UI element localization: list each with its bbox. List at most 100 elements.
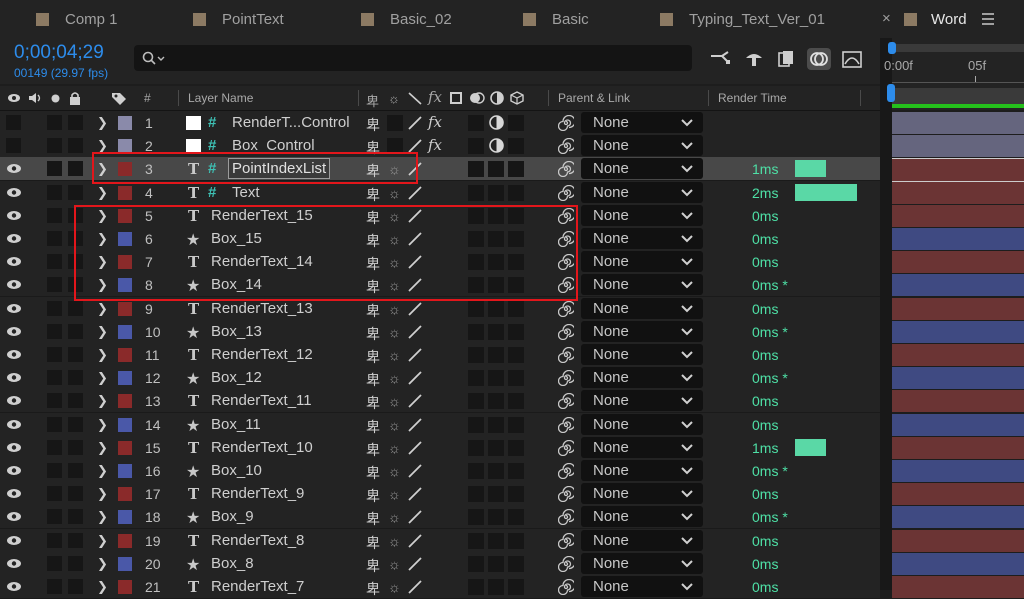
lock-toggle-box[interactable] bbox=[68, 347, 83, 362]
parent-dropdown[interactable]: None bbox=[581, 506, 703, 527]
pick-whip-spiral-icon[interactable] bbox=[558, 324, 574, 340]
time-navigator-bar[interactable] bbox=[892, 44, 1024, 52]
layer-duration-bar[interactable] bbox=[892, 135, 1024, 157]
3d-switch-box[interactable] bbox=[508, 579, 524, 595]
quality-slash-icon[interactable] bbox=[408, 325, 422, 339]
quality-slash-icon[interactable] bbox=[408, 139, 422, 153]
shy-switch-icon[interactable]: 卑 bbox=[366, 440, 380, 460]
layer-duration-bar[interactable] bbox=[892, 553, 1024, 575]
3d-switch-box[interactable] bbox=[508, 533, 524, 549]
expand-chevron-icon[interactable]: ❯ bbox=[97, 486, 108, 502]
shy-switch-icon[interactable]: 卑 bbox=[366, 324, 380, 344]
solo-toggle-box[interactable] bbox=[47, 347, 62, 362]
eye-icon[interactable] bbox=[6, 535, 22, 546]
quality-slash-icon[interactable] bbox=[408, 302, 422, 316]
collapse-switch-icon[interactable]: ☼ bbox=[388, 463, 401, 479]
shy-switch-icon[interactable]: 卑 bbox=[366, 370, 380, 390]
parent-dropdown[interactable]: None bbox=[581, 553, 703, 574]
solo-toggle-box[interactable] bbox=[47, 370, 62, 385]
collapse-switch-icon[interactable]: ☼ bbox=[388, 185, 401, 201]
layer-duration-bar[interactable] bbox=[892, 274, 1024, 296]
solo-toggle-box[interactable] bbox=[47, 208, 62, 223]
shy-switch-icon[interactable]: 卑 bbox=[366, 347, 380, 367]
quality-slash-icon[interactable] bbox=[408, 116, 422, 130]
layer-name[interactable]: RenderText_10 bbox=[211, 439, 313, 456]
shy-switch-icon[interactable]: 卑 bbox=[366, 185, 380, 205]
parent-dropdown[interactable]: None bbox=[581, 251, 703, 272]
3d-switch-box[interactable] bbox=[508, 440, 524, 456]
layer-name[interactable]: RenderText_13 bbox=[211, 300, 313, 317]
3d-switch-box[interactable] bbox=[508, 463, 524, 479]
layer-row[interactable]: ❯ 15 T RenderText_10 卑 ☼ None 1ms bbox=[0, 436, 880, 460]
tab-comp-1[interactable]: Comp 1 bbox=[36, 0, 118, 38]
motion-blur-switch-box[interactable] bbox=[468, 556, 484, 572]
solo-toggle-box[interactable] bbox=[47, 417, 62, 432]
motion-blur-switch-box[interactable] bbox=[468, 463, 484, 479]
parent-dropdown[interactable]: None bbox=[581, 182, 703, 203]
eye-icon[interactable] bbox=[6, 372, 22, 383]
motion-blur-icon[interactable] bbox=[807, 48, 831, 70]
lock-toggle-box[interactable] bbox=[68, 185, 83, 200]
label-color-swatch[interactable] bbox=[118, 487, 132, 501]
solo-toggle-box[interactable] bbox=[47, 463, 62, 478]
shy-switch-icon[interactable]: 卑 bbox=[366, 417, 380, 437]
pick-whip-spiral-icon[interactable] bbox=[558, 556, 574, 572]
lock-toggle-box[interactable] bbox=[68, 463, 83, 478]
label-color-swatch[interactable] bbox=[118, 116, 132, 130]
pick-whip-spiral-icon[interactable] bbox=[558, 115, 574, 131]
shy-switch-icon[interactable]: 卑 bbox=[366, 533, 380, 553]
layer-duration-bar[interactable] bbox=[892, 205, 1024, 227]
eye-icon[interactable] bbox=[6, 163, 22, 174]
lock-toggle-box[interactable] bbox=[68, 115, 83, 130]
pick-whip-spiral-icon[interactable] bbox=[558, 370, 574, 386]
collapse-switch-icon[interactable]: ☼ bbox=[388, 440, 401, 456]
layer-name[interactable]: Box_8 bbox=[211, 555, 254, 572]
lock-toggle-box[interactable] bbox=[68, 579, 83, 594]
solo-toggle-box[interactable] bbox=[47, 161, 62, 176]
collapse-switch-icon[interactable]: ☼ bbox=[388, 556, 401, 572]
quality-slash-icon[interactable] bbox=[408, 394, 422, 408]
expand-chevron-icon[interactable]: ❯ bbox=[97, 370, 108, 386]
adjustment-switch-box[interactable] bbox=[488, 370, 504, 386]
layer-duration-bar[interactable] bbox=[892, 483, 1024, 505]
motion-blur-switch-box[interactable] bbox=[468, 115, 484, 131]
timeline-ruler[interactable] bbox=[887, 38, 1024, 110]
adjustment-layer-icon[interactable] bbox=[489, 115, 504, 130]
quality-slash-icon[interactable] bbox=[408, 441, 422, 455]
solo-toggle-box[interactable] bbox=[47, 579, 62, 594]
quality-slash-icon[interactable] bbox=[408, 580, 422, 594]
lock-toggle-box[interactable] bbox=[68, 440, 83, 455]
eye-icon[interactable] bbox=[6, 511, 22, 522]
layer-row[interactable]: ❯ 20 ★ Box_8 卑 ☼ None 0ms bbox=[0, 552, 880, 576]
eye-icon[interactable] bbox=[6, 419, 22, 430]
parent-dropdown[interactable]: None bbox=[581, 158, 703, 179]
label-color-swatch[interactable] bbox=[118, 302, 132, 316]
adjustment-switch-box[interactable] bbox=[488, 161, 504, 177]
lock-toggle-box[interactable] bbox=[68, 533, 83, 548]
search-input[interactable] bbox=[134, 45, 692, 71]
adjustment-switch-box[interactable] bbox=[488, 533, 504, 549]
expand-chevron-icon[interactable]: ❯ bbox=[97, 324, 108, 340]
layer-row[interactable]: ❯ 1 # RenderT...Control 卑 fx None bbox=[0, 111, 880, 135]
layer-row[interactable]: ❯ 4 T # Text 卑 ☼ None 2ms bbox=[0, 181, 880, 205]
adjustment-layer-icon[interactable] bbox=[489, 138, 504, 153]
motion-blur-switch-box[interactable] bbox=[468, 301, 484, 317]
work-area-bar[interactable] bbox=[892, 88, 1024, 104]
solo-toggle-box[interactable] bbox=[47, 556, 62, 571]
solo-toggle-box[interactable] bbox=[47, 138, 62, 153]
lock-toggle-box[interactable] bbox=[68, 301, 83, 316]
shy-switch-icon[interactable]: 卑 bbox=[366, 115, 380, 135]
adjustment-switch-box[interactable] bbox=[488, 301, 504, 317]
adjustment-switch-box[interactable] bbox=[488, 556, 504, 572]
layer-duration-bar[interactable] bbox=[892, 228, 1024, 250]
frame-blending-icon[interactable] bbox=[775, 48, 799, 70]
lock-toggle-box[interactable] bbox=[68, 324, 83, 339]
panel-divider[interactable] bbox=[880, 38, 892, 590]
collapse-switch-icon[interactable]: ☼ bbox=[388, 301, 401, 317]
quality-slash-icon[interactable] bbox=[408, 464, 422, 478]
motion-blur-switch-box[interactable] bbox=[468, 533, 484, 549]
3d-switch-box[interactable] bbox=[508, 370, 524, 386]
layer-name[interactable]: RenderText_9 bbox=[211, 485, 304, 502]
collapse-switch-icon[interactable]: ☼ bbox=[388, 393, 401, 409]
solo-toggle-box[interactable] bbox=[47, 185, 62, 200]
